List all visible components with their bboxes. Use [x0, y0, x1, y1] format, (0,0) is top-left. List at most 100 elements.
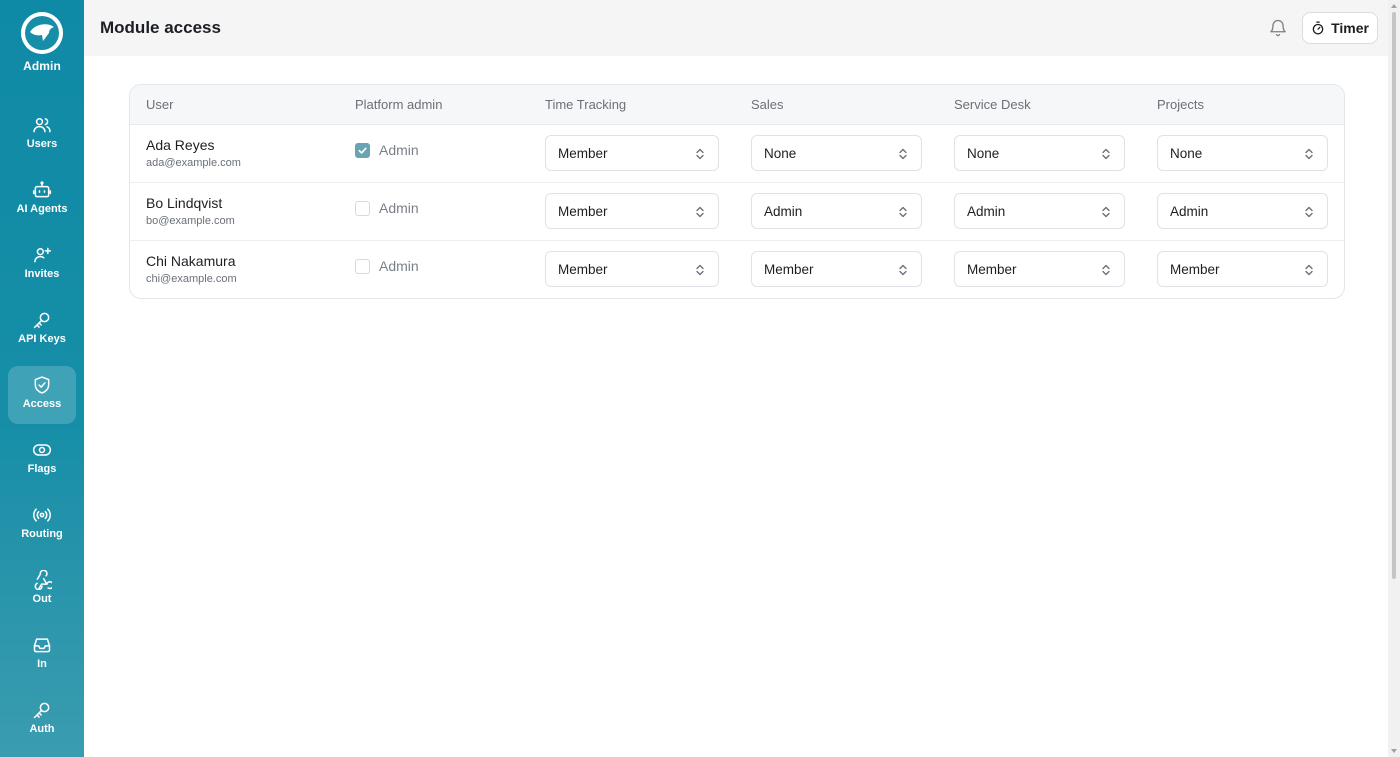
chevron-up-down-icon: [696, 206, 704, 218]
select-value: None: [764, 145, 797, 161]
sidebar-item-label: Out: [32, 593, 52, 605]
scroll-down-arrow-icon[interactable]: [1391, 749, 1397, 753]
platform-admin-checkbox[interactable]: Admin: [355, 142, 419, 158]
user-name: Bo Lindqvist: [146, 195, 223, 211]
column-header-time-tracking: Time Tracking: [545, 97, 627, 112]
service-desk-select[interactable]: None: [954, 135, 1125, 171]
platform-admin-label: Admin: [379, 142, 419, 158]
select-value: Member: [558, 261, 608, 277]
checkbox-unchecked[interactable]: [355, 200, 370, 216]
column-header-platform-admin: Platform admin: [355, 97, 443, 112]
user-email: chi@example.com: [146, 273, 237, 285]
table-row: Chi Nakamura chi@example.com Admin Membe…: [130, 241, 1344, 298]
user-email: ada@example.com: [146, 157, 241, 169]
projects-select[interactable]: Member: [1157, 251, 1328, 287]
sidebar-item-label: Routing: [21, 528, 63, 540]
select-value: Admin: [967, 203, 1006, 219]
sales-select[interactable]: Admin: [751, 193, 922, 229]
user-name: Ada Reyes: [146, 137, 215, 153]
sidebar-item-invites[interactable]: Invites: [8, 236, 76, 294]
sidebar: Admin Users AI Agents Invites API Keys A…: [0, 0, 84, 757]
chevron-up-down-icon: [696, 148, 704, 160]
sidebar-item-flags[interactable]: Flags: [8, 431, 76, 489]
brand-logo-icon: [21, 12, 63, 54]
stopwatch-icon: [1312, 21, 1324, 35]
chevron-up-down-icon: [899, 264, 907, 276]
platform-admin-label: Admin: [379, 258, 419, 274]
chevron-up-down-icon: [1102, 264, 1110, 276]
column-header-projects: Projects: [1157, 97, 1204, 112]
sales-select[interactable]: Member: [751, 251, 922, 287]
key-icon: [33, 702, 50, 719]
platform-admin-checkbox[interactable]: Admin: [355, 258, 419, 274]
platform-admin-label: Admin: [379, 200, 419, 216]
select-value: None: [1170, 145, 1203, 161]
select-value: None: [967, 145, 1000, 161]
user-name: Chi Nakamura: [146, 253, 236, 269]
chevron-up-down-icon: [1305, 206, 1313, 218]
brand-subtitle: [0, 75, 84, 84]
user-plus-icon: [34, 247, 52, 263]
select-value: Admin: [764, 203, 803, 219]
select-value: Member: [967, 261, 1017, 277]
select-value: Member: [558, 203, 608, 219]
select-value: Member: [1170, 261, 1220, 277]
chevron-up-down-icon: [899, 148, 907, 160]
top-bar: Module access Timer: [84, 0, 1388, 56]
module-access-table: User Platform admin Time Tracking Sales …: [129, 84, 1345, 299]
platform-admin-checkbox[interactable]: Admin: [355, 200, 419, 216]
table-row: Ada Reyes ada@example.com Admin Member N…: [130, 125, 1344, 183]
webhook-icon: [34, 570, 52, 590]
brand-label: Admin: [23, 59, 61, 73]
page-scrollbar[interactable]: [1388, 0, 1400, 757]
scroll-thumb[interactable]: [1392, 12, 1396, 579]
sales-select[interactable]: None: [751, 135, 922, 171]
brand[interactable]: Admin: [0, 12, 84, 84]
select-value: Member: [764, 261, 814, 277]
key-icon: [33, 312, 50, 329]
toggle-icon: [32, 444, 52, 456]
sidebar-item-out[interactable]: Out: [8, 561, 76, 619]
time-tracking-select[interactable]: Member: [545, 193, 719, 229]
checkbox-unchecked[interactable]: [355, 258, 370, 274]
sidebar-item-api-keys[interactable]: API Keys: [8, 301, 76, 359]
column-header-user: User: [146, 97, 174, 112]
timer-button-label: Timer: [1331, 20, 1369, 36]
time-tracking-select[interactable]: Member: [545, 135, 719, 171]
sidebar-item-ai-agents[interactable]: AI Agents: [8, 171, 76, 229]
table-header: User Platform admin Time Tracking Sales …: [130, 85, 1344, 125]
sidebar-item-label: AI Agents: [16, 203, 68, 215]
sidebar-item-label: In: [37, 658, 47, 670]
chevron-up-down-icon: [1305, 264, 1313, 276]
bell-icon[interactable]: [1268, 18, 1288, 38]
robot-icon: [32, 181, 52, 198]
select-value: Member: [558, 145, 608, 161]
sidebar-item-label: API Keys: [18, 333, 66, 345]
sidebar-item-in[interactable]: In: [8, 626, 76, 684]
sidebar-item-auth[interactable]: Auth: [8, 691, 76, 749]
projects-select[interactable]: None: [1157, 135, 1328, 171]
chevron-up-down-icon: [899, 206, 907, 218]
inbox-icon: [33, 638, 51, 653]
chevron-up-down-icon: [1102, 148, 1110, 160]
checkbox-checked[interactable]: [355, 142, 370, 158]
service-desk-select[interactable]: Member: [954, 251, 1125, 287]
broadcast-icon: [33, 508, 51, 522]
time-tracking-select[interactable]: Member: [545, 251, 719, 287]
sidebar-item-access[interactable]: Access: [8, 366, 76, 424]
scroll-up-arrow-icon[interactable]: [1391, 4, 1397, 8]
sidebar-item-label: Flags: [27, 463, 57, 475]
projects-select[interactable]: Admin: [1157, 193, 1328, 229]
sidebar-item-users[interactable]: Users: [8, 106, 76, 164]
column-header-sales: Sales: [751, 97, 784, 112]
chevron-up-down-icon: [696, 264, 704, 276]
chevron-up-down-icon: [1102, 206, 1110, 218]
column-header-service-desk: Service Desk: [954, 97, 1031, 112]
timer-button[interactable]: Timer: [1302, 12, 1378, 44]
page-title: Module access: [100, 18, 221, 37]
checkmark-icon: [358, 146, 367, 154]
sidebar-item-routing[interactable]: Routing: [8, 496, 76, 554]
service-desk-select[interactable]: Admin: [954, 193, 1125, 229]
sidebar-item-label: Access: [22, 398, 62, 410]
users-icon: [33, 118, 51, 133]
